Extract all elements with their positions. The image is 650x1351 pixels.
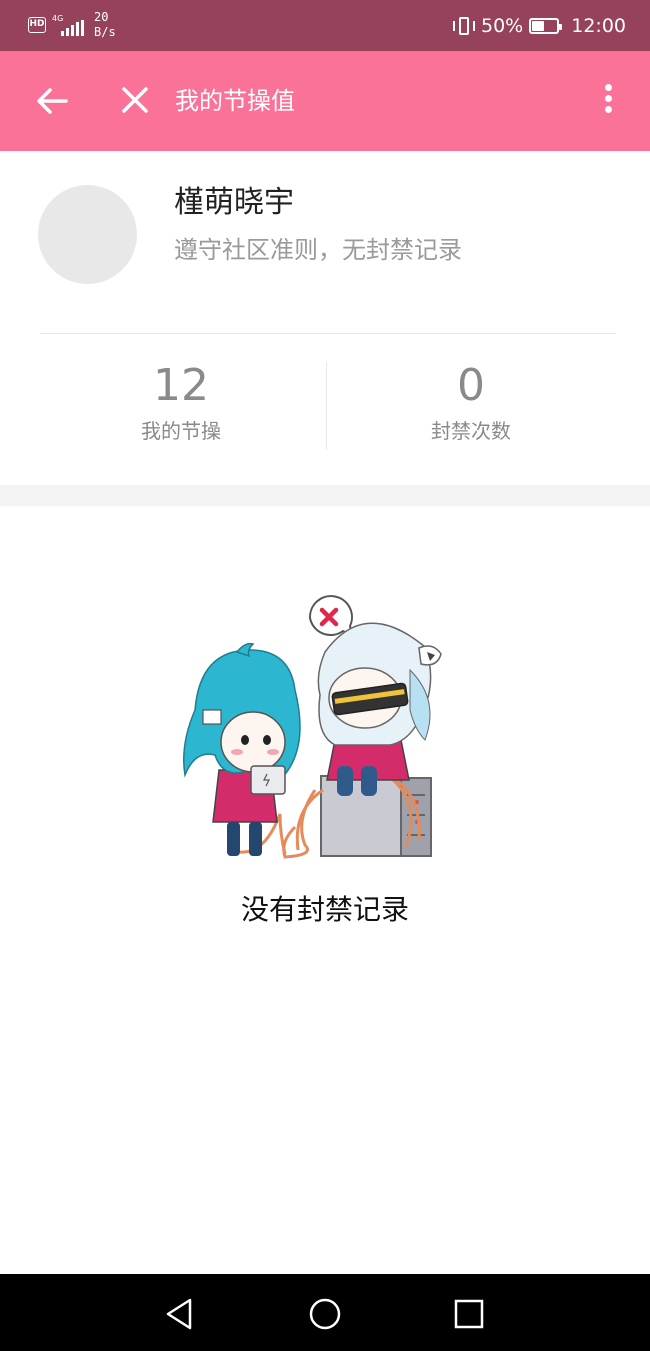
section-separator: [0, 485, 650, 506]
stat-integrity-value: 12: [153, 360, 209, 411]
arrow-left-icon: [37, 88, 68, 114]
stat-ban-count-label: 封禁次数: [431, 419, 511, 443]
vibrate-icon: [453, 16, 475, 36]
character-white-hair: [317, 622, 442, 796]
status-left: HD 4G 20 B/s: [28, 10, 116, 40]
stat-integrity-label: 我的节操: [141, 419, 221, 443]
system-nav-bar: [0, 1274, 650, 1351]
triangle-back-icon: [166, 1298, 192, 1330]
more-vertical-icon: [596, 84, 620, 113]
page-title: 我的节操值: [175, 87, 295, 115]
network-speed: 20 B/s: [94, 10, 116, 40]
back-button[interactable]: [32, 83, 72, 119]
character-blue-hair: [183, 642, 301, 856]
battery-level: [532, 21, 545, 31]
network-speed-unit: B/s: [94, 25, 116, 39]
app-bar: 我的节操值: [0, 51, 650, 151]
divider: [40, 333, 616, 334]
more-menu-button[interactable]: [596, 81, 620, 121]
empty-state-message: 没有封禁记录: [240, 893, 409, 926]
user-status: 遵守社区准则，无封禁记录: [174, 236, 462, 264]
circle-home-icon: [309, 1298, 341, 1330]
square-recent-icon: [454, 1299, 484, 1329]
status-bar: HD 4G 20 B/s 50% 12:00: [0, 0, 650, 51]
close-icon: [122, 87, 148, 113]
stat-integrity: 12 我的节操: [31, 358, 331, 445]
stat-ban-count-value: 0: [457, 360, 485, 411]
battery-icon: [529, 18, 563, 34]
close-button[interactable]: [116, 83, 154, 119]
status-right: 50% 12:00: [453, 12, 626, 40]
clock: 12:00: [571, 15, 626, 37]
network-speed-value: 20: [94, 10, 109, 24]
battery-percent: 50%: [481, 15, 524, 37]
nav-back-button[interactable]: [160, 1294, 200, 1334]
avatar[interactable]: [38, 185, 137, 284]
empty-state-illustration: [183, 595, 442, 859]
stat-ban-count: 0 封禁次数: [321, 358, 621, 445]
user-name: 槿萌晓宇: [174, 185, 294, 220]
nav-home-button[interactable]: [305, 1294, 345, 1334]
hd-badge: HD: [28, 17, 46, 33]
signal-icon: 4G: [52, 14, 84, 38]
speech-bubble-x-icon: [308, 595, 354, 638]
nav-recent-button[interactable]: [449, 1294, 489, 1334]
